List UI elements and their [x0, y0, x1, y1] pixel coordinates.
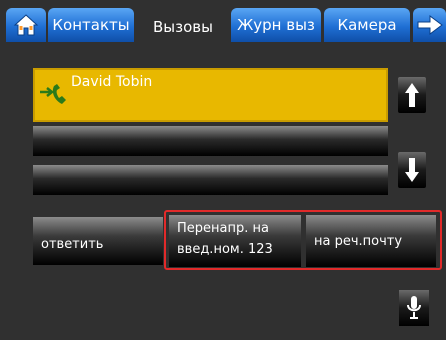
scroll-up-button[interactable]	[398, 77, 426, 113]
tab-call-log[interactable]: Журн выз	[231, 8, 321, 42]
voicemail-button[interactable]: на реч.почту	[306, 215, 436, 267]
arrow-down-icon	[405, 158, 419, 182]
tab-contacts[interactable]: Контакты	[48, 8, 134, 42]
microphone-icon	[407, 296, 421, 319]
arrow-right-icon	[417, 15, 443, 35]
scroll-down-button[interactable]	[398, 152, 426, 188]
tab-next-button[interactable]	[413, 8, 446, 42]
tab-camera[interactable]: Камера	[324, 8, 410, 42]
tab-calls[interactable]: Вызовы	[137, 6, 229, 46]
tab-calls-label: Вызовы	[153, 18, 213, 36]
forward-label-line2: введ.ном. 123	[177, 242, 273, 257]
tab-camera-label: Камера	[337, 16, 397, 34]
call-row-empty[interactable]	[33, 126, 388, 156]
tab-bar: Контакты Вызовы Журн выз Камера	[0, 0, 446, 46]
caller-name: David Tobin	[71, 74, 153, 90]
tab-call-log-label: Журн выз	[237, 16, 315, 34]
answer-button[interactable]: ответить	[33, 217, 163, 265]
tab-contacts-label: Контакты	[52, 16, 130, 34]
active-call-row[interactable]: David Tobin	[33, 68, 388, 122]
tab-home[interactable]	[6, 8, 46, 42]
forward-button[interactable]: Перенапр. на введ.ном. 123	[169, 215, 301, 267]
voicemail-label: на реч.почту	[314, 234, 403, 249]
phone-transfer-icon	[40, 84, 66, 104]
forward-label-line1: Перенапр. на	[177, 221, 269, 236]
call-row-empty[interactable]	[33, 165, 388, 195]
answer-label: ответить	[41, 237, 104, 252]
home-icon	[13, 14, 39, 36]
arrow-up-icon	[405, 83, 419, 107]
microphone-button[interactable]	[399, 290, 429, 326]
